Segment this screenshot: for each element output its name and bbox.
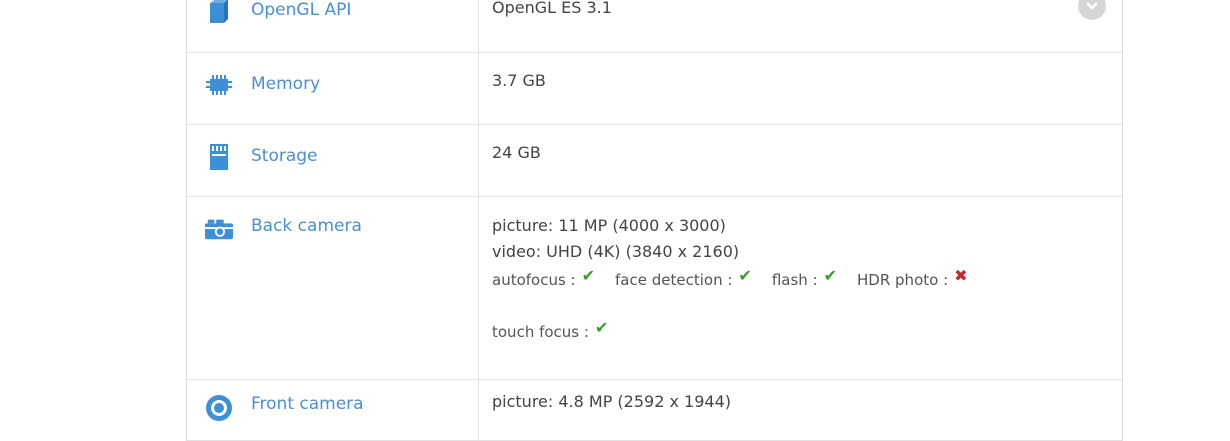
feature-flash: flash : ✔ xyxy=(772,267,837,293)
spec-value: 3.7 GB xyxy=(492,71,546,90)
feature-hdr-photo: HDR photo : ✖ xyxy=(857,267,968,293)
spec-row-back-camera: Back camera picture: 11 MP (4000 x 3000)… xyxy=(187,197,1122,380)
check-icon: ✔ xyxy=(581,266,596,285)
spec-label-cell: Back camera xyxy=(187,197,479,379)
camera-picture-spec: picture: 11 MP (4000 x 3000) xyxy=(492,216,726,235)
feature-face-detection: face detection : ✔ xyxy=(615,267,752,293)
spec-row-opengl: OpenGL API OpenGL ES 3.1 xyxy=(187,0,1122,53)
spec-value: picture: 4.8 MP (2592 x 1944) xyxy=(492,392,731,411)
feature-label: HDR photo : xyxy=(857,271,949,289)
spec-label-cell: Front camera xyxy=(187,380,479,440)
spec-label: Memory xyxy=(251,74,321,94)
spec-row-memory: Memory 3.7 GB xyxy=(187,53,1122,125)
spec-label: Storage xyxy=(251,146,318,166)
spec-label-cell: Memory xyxy=(187,53,479,124)
spec-label: Back camera xyxy=(251,216,362,236)
camera-icon xyxy=(205,215,233,243)
camera-features: autofocus : ✔ face detection : ✔ flash :… xyxy=(492,267,1122,345)
spec-row-storage: Storage 24 GB xyxy=(187,125,1122,197)
camera-video-spec: video: UHD (4K) (3840 x 2160) xyxy=(492,242,740,261)
spec-label: Front camera xyxy=(251,394,364,414)
opengl-icon xyxy=(205,0,233,26)
feature-label: touch focus : xyxy=(492,323,589,341)
feature-label: autofocus : xyxy=(492,271,576,289)
front-camera-icon xyxy=(205,394,233,422)
feature-label: flash : xyxy=(771,271,818,289)
cross-icon: ✖ xyxy=(954,266,968,285)
spec-value: OpenGL ES 3.1 xyxy=(492,0,612,17)
chevron-down-icon xyxy=(1086,2,1098,10)
check-icon: ✔ xyxy=(738,266,752,285)
feature-autofocus: autofocus : ✔ xyxy=(492,267,595,293)
memory-chip-icon xyxy=(205,71,233,99)
feature-touch-focus: touch focus : ✔ xyxy=(492,319,608,345)
spec-label-cell: Storage xyxy=(187,125,479,196)
spec-row-front-camera: Front camera picture: 4.8 MP (2592 x 194… xyxy=(187,380,1122,441)
feature-label: face detection : xyxy=(615,271,733,289)
spec-label: OpenGL API xyxy=(251,0,352,20)
check-icon: ✔ xyxy=(594,318,609,337)
spec-value: picture: 11 MP (4000 x 3000) video: UHD … xyxy=(479,197,1122,379)
spec-value: 24 GB xyxy=(492,143,541,162)
check-icon: ✔ xyxy=(823,266,838,285)
specs-table: OpenGL API OpenGL ES 3.1 Memory 3.7 GB S… xyxy=(186,0,1123,441)
sd-card-icon xyxy=(205,143,233,171)
spec-label-cell: OpenGL API xyxy=(187,0,479,52)
